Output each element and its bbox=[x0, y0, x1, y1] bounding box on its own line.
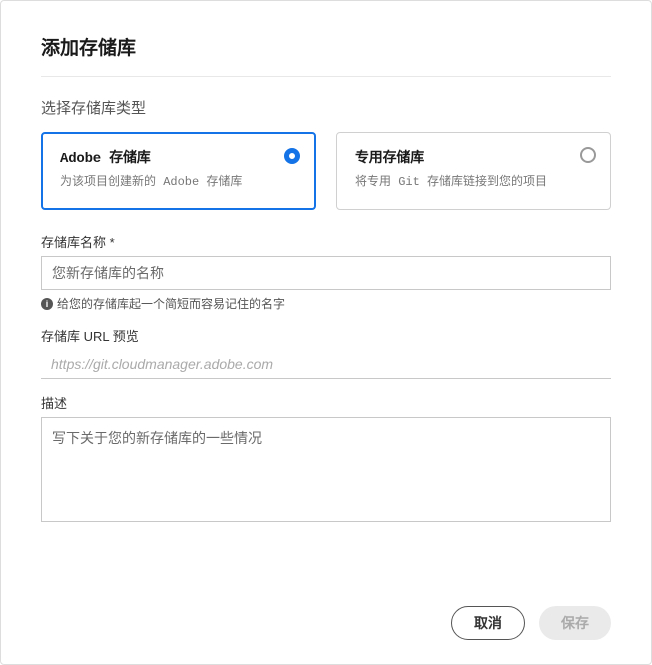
repo-name-hint: i 给您的存储库起一个简短而容易记住的名字 bbox=[41, 295, 611, 312]
cancel-button[interactable]: 取消 bbox=[451, 606, 525, 640]
repo-name-label: 存储库名称 * bbox=[41, 232, 611, 251]
card-private-title: 专用存储库 bbox=[355, 147, 592, 167]
url-preview-label: 存储库 URL 预览 bbox=[41, 326, 611, 345]
description-field: 描述 bbox=[41, 393, 611, 527]
radio-selected-icon bbox=[284, 148, 300, 164]
info-icon: i bbox=[41, 298, 53, 310]
card-private-desc: 将专用 Git 存储库链接到您的项目 bbox=[355, 173, 592, 191]
card-adobe-desc: 为该项目创建新的 Adobe 存储库 bbox=[60, 173, 297, 191]
repo-type-cards: Adobe 存储库 为该项目创建新的 Adobe 存储库 专用存储库 将专用 G… bbox=[41, 132, 611, 210]
repo-name-hint-text: 给您的存储库起一个简短而容易记住的名字 bbox=[57, 295, 285, 312]
radio-unselected-icon bbox=[580, 147, 596, 163]
description-label: 描述 bbox=[41, 393, 611, 412]
save-button[interactable]: 保存 bbox=[539, 606, 611, 640]
repo-name-field: 存储库名称 * i 给您的存储库起一个简短而容易记住的名字 bbox=[41, 232, 611, 312]
type-section-label: 选择存储库类型 bbox=[41, 97, 611, 118]
add-repository-dialog: 添加存储库 选择存储库类型 Adobe 存储库 为该项目创建新的 Adobe 存… bbox=[0, 0, 652, 665]
card-adobe-title: Adobe 存储库 bbox=[60, 147, 297, 167]
card-private-repo[interactable]: 专用存储库 将专用 Git 存储库链接到您的项目 bbox=[336, 132, 611, 210]
repo-name-input[interactable] bbox=[41, 256, 611, 290]
url-preview-input bbox=[41, 350, 611, 379]
divider bbox=[41, 76, 611, 77]
description-input[interactable] bbox=[41, 417, 611, 522]
url-preview-field: 存储库 URL 预览 bbox=[41, 326, 611, 379]
card-adobe-repo[interactable]: Adobe 存储库 为该项目创建新的 Adobe 存储库 bbox=[41, 132, 316, 210]
dialog-title: 添加存储库 bbox=[41, 33, 611, 60]
dialog-footer: 取消 保存 bbox=[41, 586, 611, 640]
